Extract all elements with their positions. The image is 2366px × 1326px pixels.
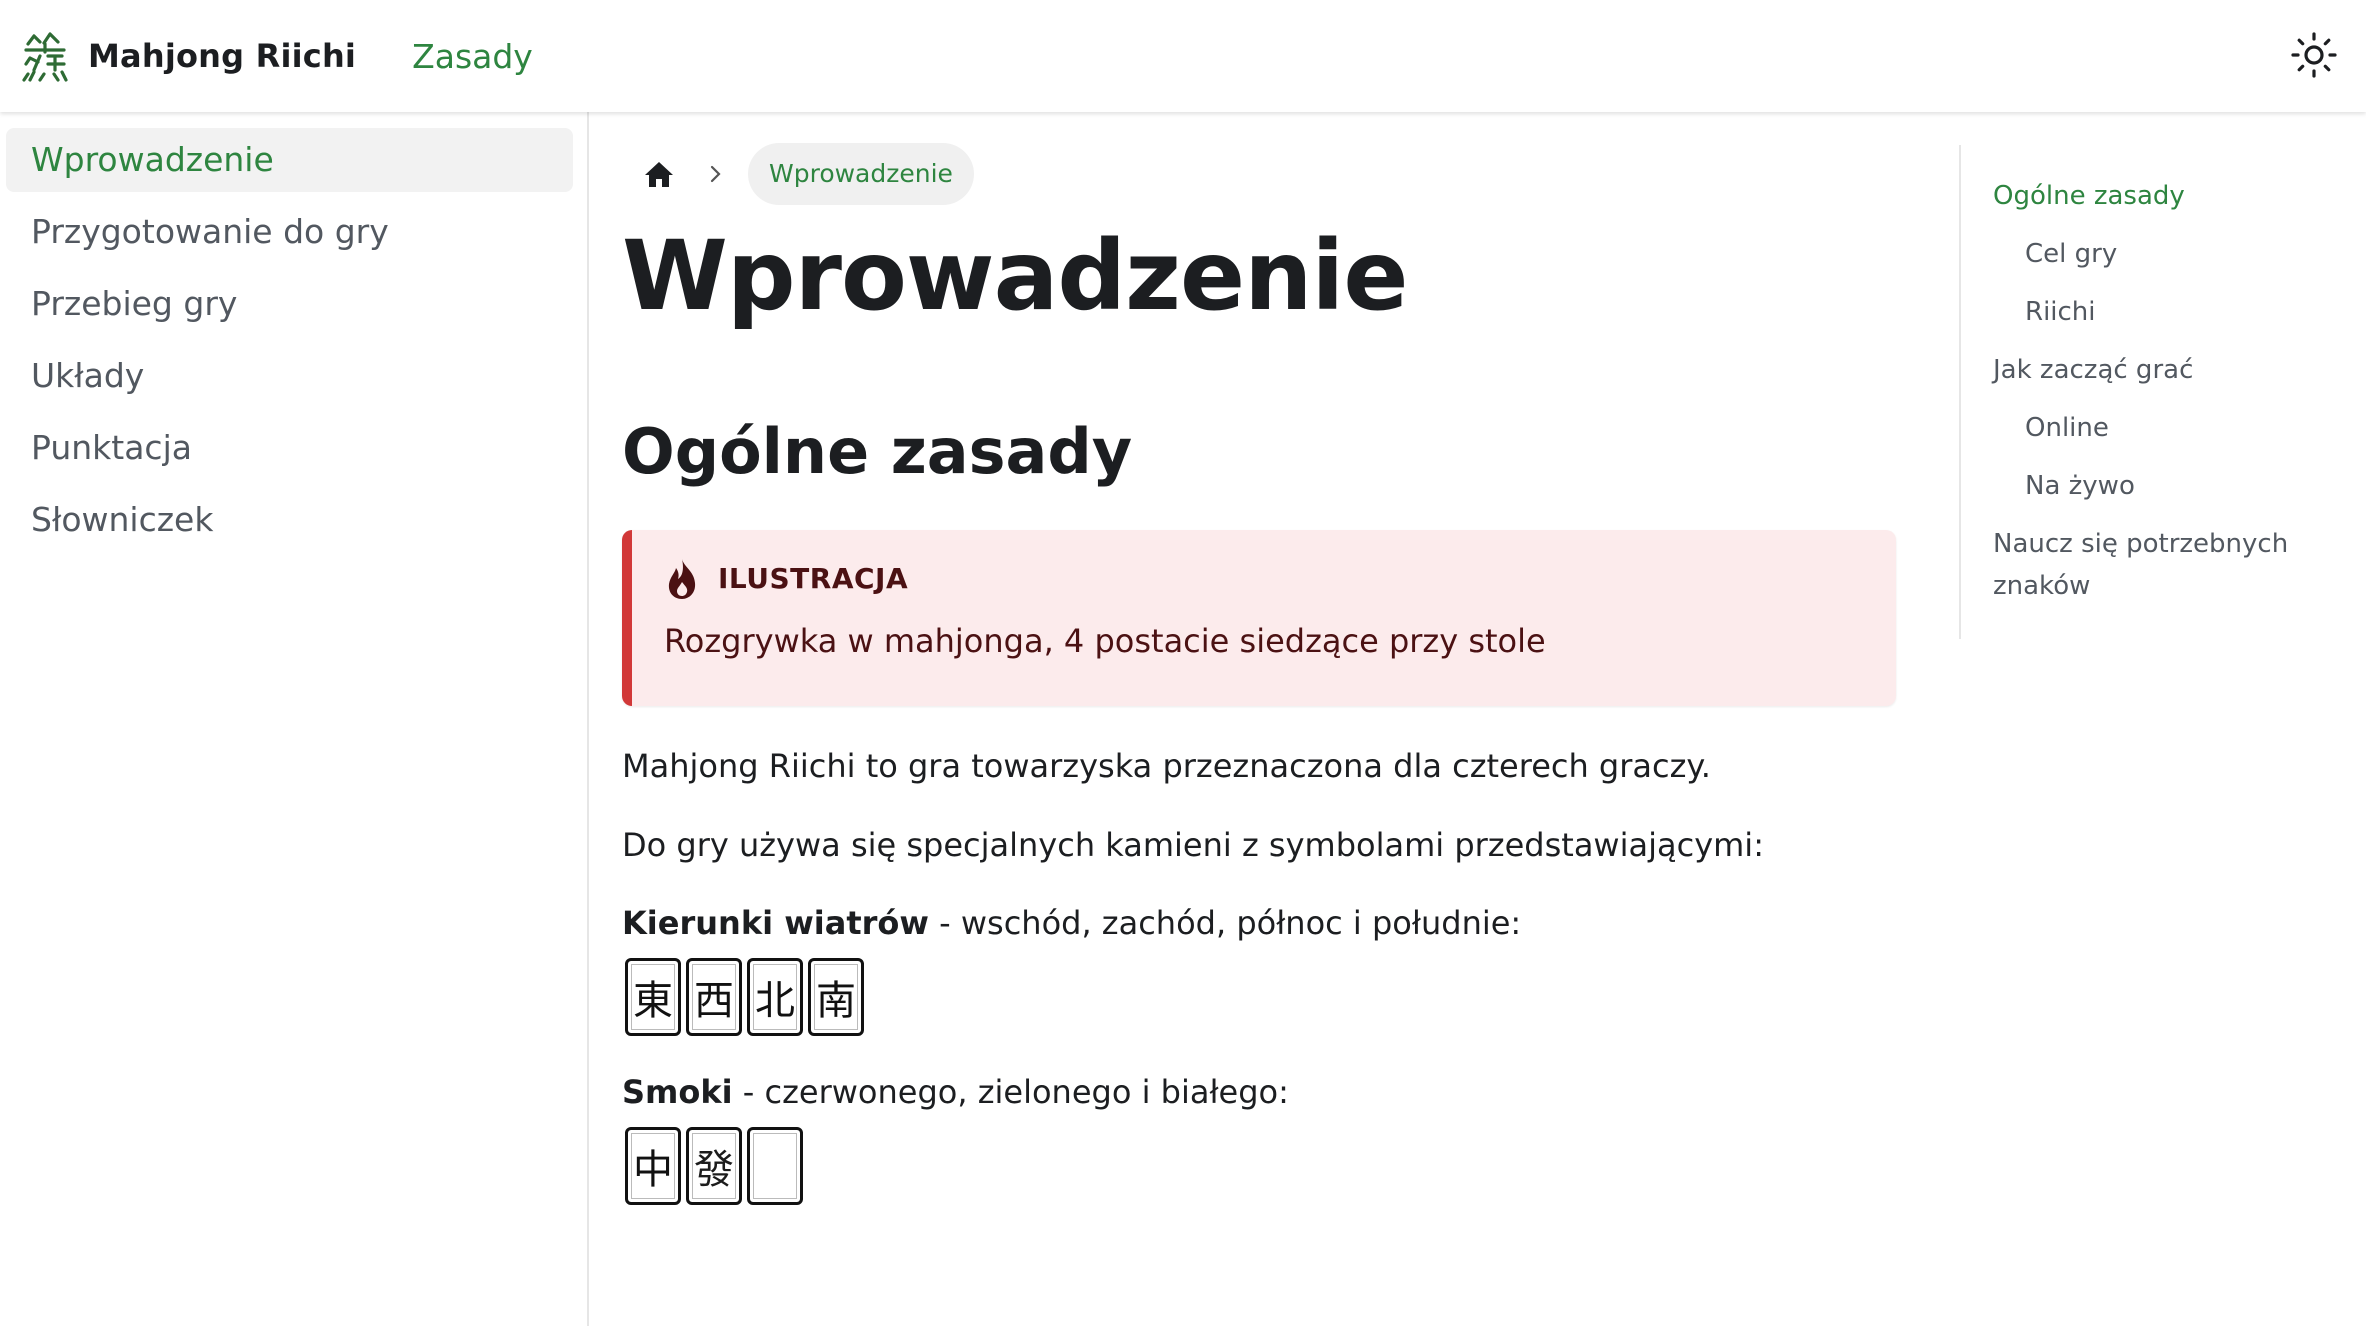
sidebar-item-punktacja[interactable]: Punktacja xyxy=(6,416,573,480)
green-dragon-tile: 發 xyxy=(686,1126,742,1205)
winds-paragraph: Kierunki wiatrów - wschód, zachód, półno… xyxy=(622,901,1896,946)
sun-icon xyxy=(2291,31,2337,81)
illustration-admonition: ILUSTRACJA Rozgrywka w mahjonga, 4 posta… xyxy=(622,529,1896,706)
tiles-paragraph: Do gry używa się specjalnych kamieni z s… xyxy=(622,825,1764,864)
page-title: Wprowadzenie xyxy=(622,220,1408,332)
toc-item-cel-gry[interactable]: Cel gry xyxy=(1961,233,2339,275)
toc-item-ogolne-zasady[interactable]: Ogólne zasady xyxy=(1961,175,2339,217)
sidebar-item-przebieg-gry[interactable]: Przebieg gry xyxy=(6,272,573,336)
dragons-paragraph: Smoki - czerwonego, zielonego i białego: xyxy=(622,1070,1896,1115)
section-title: Ogólne zasady xyxy=(622,414,1133,488)
theme-toggle-button[interactable] xyxy=(2284,26,2344,86)
sidebar-item-wprowadzenie[interactable]: Wprowadzenie xyxy=(6,128,573,192)
fire-icon xyxy=(664,558,702,600)
white-dragon-tile xyxy=(747,1126,803,1205)
toc-item-online[interactable]: Online xyxy=(1961,407,2339,449)
brand-link[interactable]: Mahjong Riichi xyxy=(20,30,356,82)
mahjong-tile-logo-icon xyxy=(20,30,70,82)
sidebar: Wprowadzenie Przygotowanie do gry Przebi… xyxy=(0,112,589,1326)
red-dragon-tile: 中 xyxy=(625,1126,681,1205)
admonition-body: Rozgrywka w mahjonga, 4 postacie siedząc… xyxy=(664,621,1546,660)
nav-link-zasady[interactable]: Zasady xyxy=(412,37,533,76)
toc-item-na-zywo[interactable]: Na żywo xyxy=(1961,465,2339,507)
intro-paragraph: Mahjong Riichi to gra towarzyska przezna… xyxy=(622,746,1711,785)
breadcrumb: Wprowadzenie xyxy=(622,142,1896,206)
winds-description: - wschód, zachód, północ i południe: xyxy=(928,904,1522,943)
north-wind-tile: 北 xyxy=(747,958,803,1037)
wind-tiles: 東 西 北 南 xyxy=(625,958,1896,1037)
dragons-description: - czerwonego, zielonego i białego: xyxy=(732,1073,1289,1112)
toc-item-naucz-sie-znakow[interactable]: Naucz się potrzebnych znaków xyxy=(1961,523,2291,607)
breadcrumb-current[interactable]: Wprowadzenie xyxy=(748,143,974,205)
main-content: Wprowadzenie Wprowadzenie Ogólne zasady … xyxy=(622,112,1896,1326)
admonition-heading: ILUSTRACJA xyxy=(664,558,1896,600)
dragons-label: Smoki xyxy=(622,1073,733,1112)
toc-item-jak-zaczac-grac[interactable]: Jak zacząć grać xyxy=(1961,349,2339,391)
sidebar-item-uklady[interactable]: Układy xyxy=(6,344,573,408)
home-icon[interactable] xyxy=(634,149,684,199)
south-wind-tile: 南 xyxy=(808,958,864,1037)
chevron-right-icon xyxy=(684,164,748,184)
west-wind-tile: 西 xyxy=(686,958,742,1037)
dragon-tiles: 中 發 xyxy=(625,1126,1896,1205)
sidebar-item-przygotowanie[interactable]: Przygotowanie do gry xyxy=(6,200,573,264)
navbar: Mahjong Riichi Zasady xyxy=(0,0,2366,112)
sidebar-item-slowniczek[interactable]: Słowniczek xyxy=(6,488,573,552)
brand-title: Mahjong Riichi xyxy=(88,37,357,75)
table-of-contents: Ogólne zasady Cel gry Riichi Jak zacząć … xyxy=(1959,145,2339,639)
admonition-title: ILUSTRACJA xyxy=(718,562,909,596)
toc-item-riichi[interactable]: Riichi xyxy=(1961,291,2339,333)
winds-label: Kierunki wiatrów xyxy=(622,904,929,943)
east-wind-tile: 東 xyxy=(625,958,681,1037)
